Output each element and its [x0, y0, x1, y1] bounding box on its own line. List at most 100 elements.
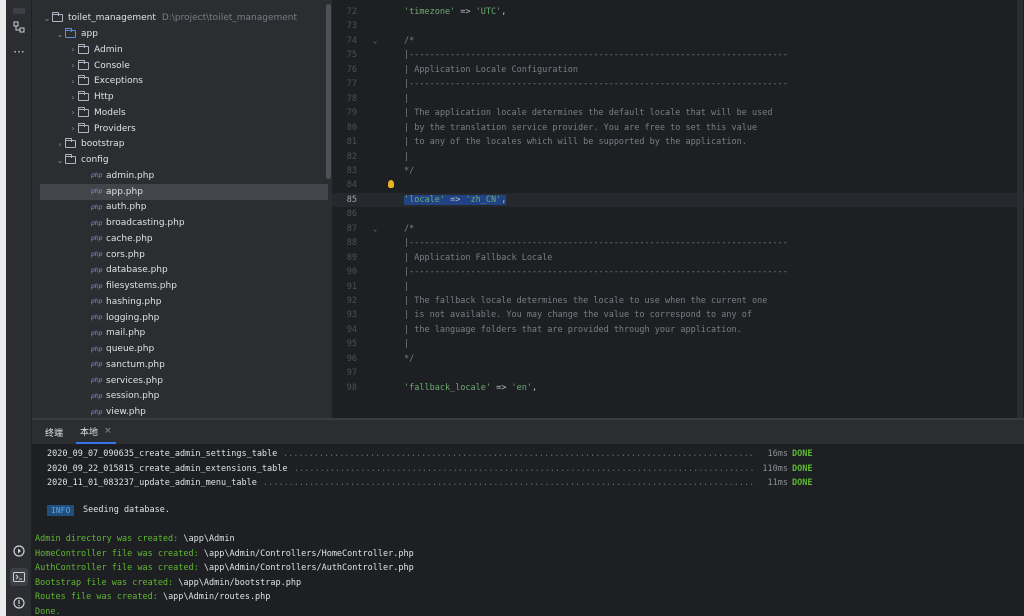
code-line[interactable]: 93 | is not available. You may change the… [332, 308, 1024, 322]
fold-icon[interactable]: ⌄ [373, 37, 377, 45]
folder-item[interactable]: ⌄ app [32, 26, 332, 42]
tree-item-label: auth.php [106, 202, 147, 213]
problems-button[interactable] [10, 594, 28, 612]
folder-item[interactable]: › Exceptions [32, 73, 332, 89]
tree-scrollbar[interactable] [326, 4, 331, 179]
migration-name: 2020_09_22_015815_create_admin_extension… [47, 463, 288, 474]
file-item[interactable]: php admin.php [32, 168, 332, 184]
folder-item[interactable]: › Console [32, 58, 332, 74]
code-text: | the language folders that are provided… [404, 324, 742, 335]
chevron-right-icon[interactable]: › [68, 124, 78, 133]
code-line[interactable]: 72 'timezone' => 'UTC', [332, 5, 1024, 19]
file-item[interactable]: php session.php [32, 388, 332, 404]
code-text: | The fallback locale determines the loc… [404, 296, 768, 306]
structure-button[interactable] [10, 18, 28, 36]
php-file-icon: php [91, 172, 103, 180]
code-line[interactable]: 90 |-------------------------------------… [332, 265, 1024, 279]
code-line[interactable]: 79 | The application locale determines th… [332, 106, 1024, 120]
tree-root[interactable]: ⌄ toilet_management D:\project\toilet_ma… [32, 10, 332, 26]
code-line[interactable]: 97 [332, 366, 1024, 380]
code-line[interactable]: 76 | Application Locale Configuration [332, 63, 1024, 77]
file-item[interactable]: php services.php [32, 373, 332, 389]
more-tools-button[interactable]: ··· [10, 43, 28, 61]
close-icon[interactable]: × [104, 426, 112, 436]
leader-dots: ........................................… [294, 463, 756, 474]
file-item[interactable]: php logging.php [32, 310, 332, 326]
code-line[interactable]: 80 | by the translation service provider.… [332, 121, 1024, 135]
code-editor[interactable]: 72 'timezone' => 'UTC', 73 74 ⌄ /* 75 |--------… [332, 0, 1024, 418]
code-line[interactable]: 91 | [332, 280, 1024, 294]
php-file-icon: php [91, 329, 103, 337]
services-button[interactable] [10, 542, 28, 560]
file-item[interactable]: php view.php [32, 404, 332, 418]
code-line[interactable]: 84 [332, 178, 1024, 192]
chevron-right-icon[interactable]: › [68, 61, 78, 70]
terminal-output-line: Bootstrap file was created: \app\Admin/b… [35, 578, 301, 588]
chevron-right-icon[interactable]: › [68, 108, 78, 117]
tab-local[interactable]: 本地 × [76, 420, 116, 444]
code-line[interactable]: 77 |-------------------------------------… [332, 77, 1024, 91]
line-number: 78 [346, 93, 357, 104]
file-item[interactable]: php broadcasting.php [32, 215, 332, 231]
folder-item[interactable]: ⌄ config [32, 152, 332, 168]
code-value: 'UTC' [475, 7, 502, 17]
code-line[interactable]: 94 | the language folders that are provid… [332, 323, 1024, 337]
chevron-down-icon[interactable]: ⌄ [55, 30, 65, 39]
chevron-right-icon[interactable]: › [68, 93, 78, 102]
file-item[interactable]: php database.php [32, 262, 332, 278]
folder-icon [65, 138, 76, 149]
code-line[interactable]: 86 [332, 207, 1024, 221]
folder-item[interactable]: › Admin [32, 42, 332, 58]
code-line[interactable]: 96 */ [332, 352, 1024, 366]
output-message: AuthController file was created: [35, 563, 199, 574]
terminal-tab-bar: 终端 本地 × [32, 420, 1024, 444]
project-tree-panel: ⌄ toilet_management D:\project\toilet_ma… [32, 0, 332, 418]
chevron-right-icon[interactable]: › [68, 77, 78, 86]
file-item[interactable]: php mail.php [32, 325, 332, 341]
folder-item[interactable]: › Http [32, 89, 332, 105]
file-item[interactable]: php cors.php [32, 247, 332, 263]
chevron-right-icon[interactable]: › [68, 45, 78, 54]
tree-item-label: Models [94, 107, 126, 118]
code-line[interactable]: 75 |-------------------------------------… [332, 48, 1024, 62]
code-text: | [404, 339, 410, 350]
code-line[interactable]: 83 */ [332, 164, 1024, 178]
code-line[interactable]: 95 | [332, 337, 1024, 351]
code-line[interactable]: 82 | [332, 150, 1024, 164]
code-line[interactable]: 81 | to any of the locales which will be … [332, 135, 1024, 149]
tab-terminal[interactable]: 终端 [41, 420, 67, 444]
folder-item[interactable]: › Providers [32, 121, 332, 137]
code-line[interactable]: 89 | Application Fallback Locale [332, 251, 1024, 265]
file-item[interactable]: php queue.php [32, 341, 332, 357]
code-line[interactable]: 87 ⌄ /* [332, 222, 1024, 236]
file-item[interactable]: php sanctum.php [32, 357, 332, 373]
info-badge: INFO [47, 505, 75, 516]
code-line[interactable]: 78 | [332, 92, 1024, 106]
terminal-output-line: HomeController file was created: \app\Ad… [35, 549, 414, 559]
terminal-output[interactable]: 2020_09_07_090635_create_admin_settings_… [32, 444, 1024, 616]
code-line[interactable]: 85 'locale' => 'zh_CN', [332, 192, 1024, 207]
terminal-button[interactable] [10, 568, 28, 586]
chevron-down-icon[interactable]: ⌄ [55, 156, 65, 165]
file-item[interactable]: php hashing.php [32, 294, 332, 310]
folder-item[interactable]: › Models [32, 105, 332, 121]
file-item[interactable]: php auth.php [32, 199, 332, 215]
lightbulb-icon[interactable] [388, 180, 394, 189]
chevron-right-icon[interactable]: › [55, 140, 65, 149]
folder-item[interactable]: › bootstrap [32, 136, 332, 152]
file-item[interactable]: php cache.php [32, 231, 332, 247]
tree-item-label: filesystems.php [106, 281, 177, 291]
chevron-down-icon[interactable]: ⌄ [42, 14, 52, 23]
editor-scrollbar[interactable] [1017, 0, 1023, 418]
code-text: |---------------------------------------… [404, 238, 788, 249]
file-item[interactable]: php app.php [40, 183, 328, 200]
code-line[interactable]: 74 ⌄ /* [332, 34, 1024, 48]
fold-icon[interactable]: ⌄ [373, 225, 377, 233]
code-line[interactable]: 73 [332, 19, 1024, 33]
root-folder-path: D:\project\toilet_management [161, 13, 298, 23]
file-item[interactable]: php filesystems.php [32, 278, 332, 294]
code-line[interactable]: 98 'fallback_locale' => 'en', [332, 381, 1024, 395]
code-line[interactable]: 92 | The fallback locale determines the l… [332, 294, 1024, 308]
code-text: 'locale' => 'zh_CN', [404, 194, 507, 205]
code-line[interactable]: 88 |-------------------------------------… [332, 236, 1024, 250]
